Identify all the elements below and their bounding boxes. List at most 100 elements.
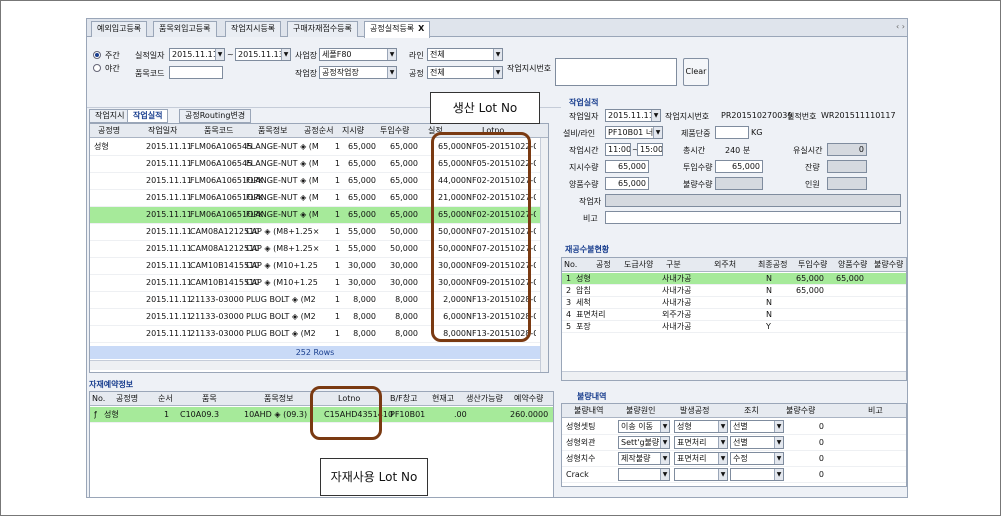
tab-process-result[interactable]: 공정실적등록 X xyxy=(364,21,431,38)
chevron-down-icon[interactable]: ▼ xyxy=(387,67,396,78)
col-action[interactable]: 조치 xyxy=(744,405,759,417)
col-good[interactable]: 양품수량 xyxy=(838,259,867,271)
tab-non-item-receipt[interactable]: 품목외입고등록 xyxy=(153,21,217,37)
col-note[interactable]: 비고 xyxy=(868,405,883,417)
worker-field[interactable] xyxy=(605,194,901,207)
chevron-down-icon[interactable]: ▼ xyxy=(660,453,669,464)
site-select[interactable]: 세폴F80 ▼ xyxy=(319,48,397,61)
chevron-down-icon[interactable]: ▼ xyxy=(660,437,669,448)
date-to-field[interactable]: 2015.11.13 ▼ xyxy=(235,48,291,61)
col-item-code[interactable]: 품목코드 xyxy=(204,125,233,137)
weight-input[interactable] xyxy=(715,126,749,139)
tab-purchase-material[interactable]: 구매자재접수등록 xyxy=(287,21,358,37)
table-row[interactable]: 성형치수 제작불량 ▼ 표면처리 ▼ 수정 ▼ 0 xyxy=(562,451,906,467)
horizontal-scrollbar[interactable] xyxy=(562,371,906,380)
col-cause[interactable]: 불량원인 xyxy=(626,405,655,417)
radio-night-shift[interactable] xyxy=(93,64,101,72)
col-vendor[interactable]: 외주처 xyxy=(714,259,736,271)
occur-process-select[interactable]: 표면처리 ▼ xyxy=(674,436,728,449)
chevron-down-icon[interactable]: ▼ xyxy=(774,469,783,480)
table-row[interactable]: Crack ▼ ▼ ▼ 0 xyxy=(562,467,906,483)
chevron-down-icon[interactable]: ▼ xyxy=(774,453,783,464)
col-item-info[interactable]: 품목정보 xyxy=(258,125,287,137)
chevron-down-icon[interactable]: ▼ xyxy=(387,49,396,60)
col-order-qty[interactable]: 지시량 xyxy=(342,125,364,137)
col-defect-qty[interactable]: 불량수량 xyxy=(786,405,815,417)
col-input-qty[interactable]: 투입수량 xyxy=(380,125,409,137)
tab-scroll-arrows[interactable]: ‹ › xyxy=(896,22,905,31)
remain-field[interactable] xyxy=(827,160,867,173)
col-bf-warehouse[interactable]: B/F창고 xyxy=(390,393,418,405)
chevron-down-icon[interactable]: ▼ xyxy=(718,469,727,480)
table-row[interactable]: 성형외관 Sett'g불량 ▼ 표면처리 ▼ 선별 ▼ 0 xyxy=(562,435,906,451)
occur-process-select[interactable]: ▼ xyxy=(674,468,728,481)
cause-select[interactable]: 이송 이동 ▼ xyxy=(618,420,670,433)
tab-work-order-list[interactable]: 작업지시 xyxy=(89,109,131,123)
col-item[interactable]: 품목 xyxy=(202,393,217,405)
chevron-down-icon[interactable]: ▼ xyxy=(493,67,502,78)
chevron-down-icon[interactable]: ▼ xyxy=(651,110,660,121)
col-producible[interactable]: 생산가능량 xyxy=(466,393,503,405)
col-reserved[interactable]: 예약수량 xyxy=(514,393,543,405)
line-select[interactable]: PF10B01 너트 ▼ xyxy=(605,126,663,139)
table-row[interactable]: 2 압칩 사내가공 N 65,000 xyxy=(562,285,906,297)
vertical-scrollbar[interactable] xyxy=(540,138,548,372)
col-process-seq[interactable]: 공정순서 xyxy=(304,125,333,137)
tab-work-result[interactable]: 작업실적 xyxy=(127,109,169,123)
date-from-field[interactable]: 2015.11.11 ▼ xyxy=(169,48,225,61)
occur-process-select[interactable]: 표면처리 ▼ xyxy=(674,452,728,465)
col-defect[interactable]: 불량내역 xyxy=(574,405,603,417)
col-final[interactable]: 최종공정 xyxy=(758,259,787,271)
chevron-down-icon[interactable]: ▼ xyxy=(215,49,224,60)
chevron-down-icon[interactable]: ▼ xyxy=(660,421,669,432)
col-no[interactable]: No. xyxy=(92,393,105,405)
chevron-down-icon[interactable]: ▼ xyxy=(281,49,290,60)
bad-qty-field[interactable] xyxy=(715,177,763,190)
col-item-info[interactable]: 품목정보 xyxy=(264,393,293,405)
table-row[interactable]: 5 포장 사내가공 Y xyxy=(562,321,906,333)
item-code-input[interactable] xyxy=(169,66,223,79)
tab-routing-change[interactable]: 공정Routing변경 xyxy=(179,109,252,123)
cause-select[interactable]: 제작불량 ▼ xyxy=(618,452,670,465)
close-icon[interactable]: X xyxy=(418,24,424,33)
col-stock[interactable]: 현재고 xyxy=(432,393,454,405)
radio-day-shift[interactable] xyxy=(93,51,101,59)
line-select[interactable]: 전체 ▼ xyxy=(427,48,503,61)
col-no[interactable]: No. xyxy=(564,259,577,271)
idle-time-field[interactable]: 0 xyxy=(827,143,867,156)
work-order-input[interactable] xyxy=(555,58,677,86)
col-work-date[interactable]: 작업일자 xyxy=(148,125,177,137)
table-row[interactable]: 1 성형 사내가공 N 65,000 65,000 xyxy=(562,273,906,285)
chevron-down-icon[interactable]: ▼ xyxy=(660,469,669,480)
order-qty-field[interactable]: 65,000 xyxy=(605,160,649,173)
col-occur-process[interactable]: 발생공정 xyxy=(680,405,709,417)
process-select[interactable]: 전체 ▼ xyxy=(427,66,503,79)
action-select[interactable]: ▼ xyxy=(730,468,784,481)
horizontal-scrollbar[interactable] xyxy=(90,360,540,370)
chevron-down-icon[interactable]: ▼ xyxy=(718,421,727,432)
input-qty-field[interactable]: 65,000 xyxy=(715,160,763,173)
chevron-down-icon[interactable]: ▼ xyxy=(774,421,783,432)
col-process[interactable]: 공정 xyxy=(596,259,611,271)
note-field[interactable] xyxy=(605,211,901,224)
cause-select[interactable]: ▼ xyxy=(618,468,670,481)
good-qty-field[interactable]: 65,000 xyxy=(605,177,649,190)
action-select[interactable]: 수정 ▼ xyxy=(730,452,784,465)
chevron-down-icon[interactable]: ▼ xyxy=(718,437,727,448)
people-field[interactable] xyxy=(827,177,867,190)
table-row[interactable]: 3 세척 사내가공 N xyxy=(562,297,906,309)
col-process[interactable]: 공정명 xyxy=(116,393,138,405)
action-select[interactable]: 선별 ▼ xyxy=(730,436,784,449)
time-from-input[interactable]: 11:00 xyxy=(605,143,631,156)
tab-exception-receipt[interactable]: 예외입고등록 xyxy=(91,21,148,37)
chevron-down-icon[interactable]: ▼ xyxy=(653,127,662,138)
tab-work-order[interactable]: 작업지시등록 xyxy=(225,21,282,37)
col-input[interactable]: 투입수량 xyxy=(798,259,827,271)
chevron-down-icon[interactable]: ▼ xyxy=(718,453,727,464)
chevron-down-icon[interactable]: ▼ xyxy=(493,49,502,60)
action-select[interactable]: 선별 ▼ xyxy=(730,420,784,433)
col-process-name[interactable]: 공정명 xyxy=(98,125,120,137)
col-seq[interactable]: 순서 xyxy=(158,393,173,405)
col-type[interactable]: 구분 xyxy=(666,259,681,271)
clear-button[interactable]: Clear xyxy=(683,58,709,86)
